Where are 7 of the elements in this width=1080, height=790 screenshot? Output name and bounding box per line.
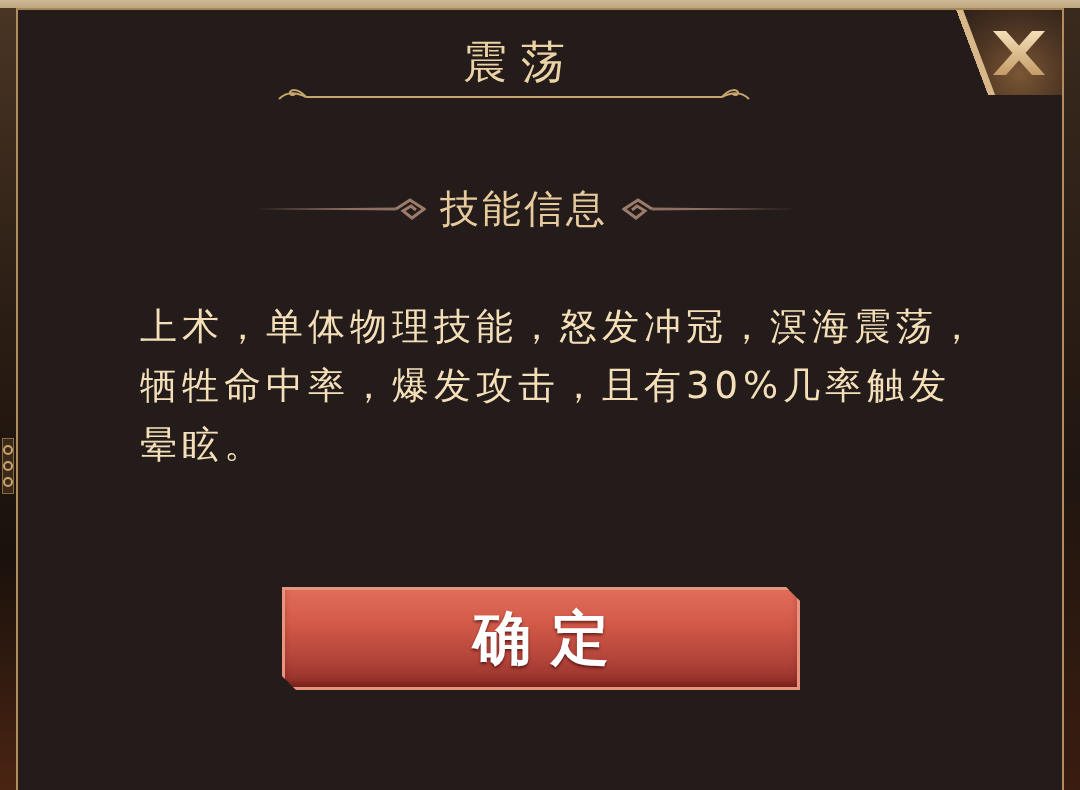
close-button[interactable]	[956, 10, 1062, 95]
close-icon	[993, 30, 1045, 75]
scroll-ornament-icon	[2, 438, 14, 494]
confirm-button[interactable]: 确 定	[282, 587, 800, 690]
section-heading: 技能信息	[440, 189, 608, 229]
skill-description: 上术，单体物理技能，怒发冲冠，溟海震荡，牺牲命中率，爆发攻击，且有30%几率触发晕眩。	[140, 304, 981, 468]
dialog-title: 震 荡	[463, 36, 565, 88]
